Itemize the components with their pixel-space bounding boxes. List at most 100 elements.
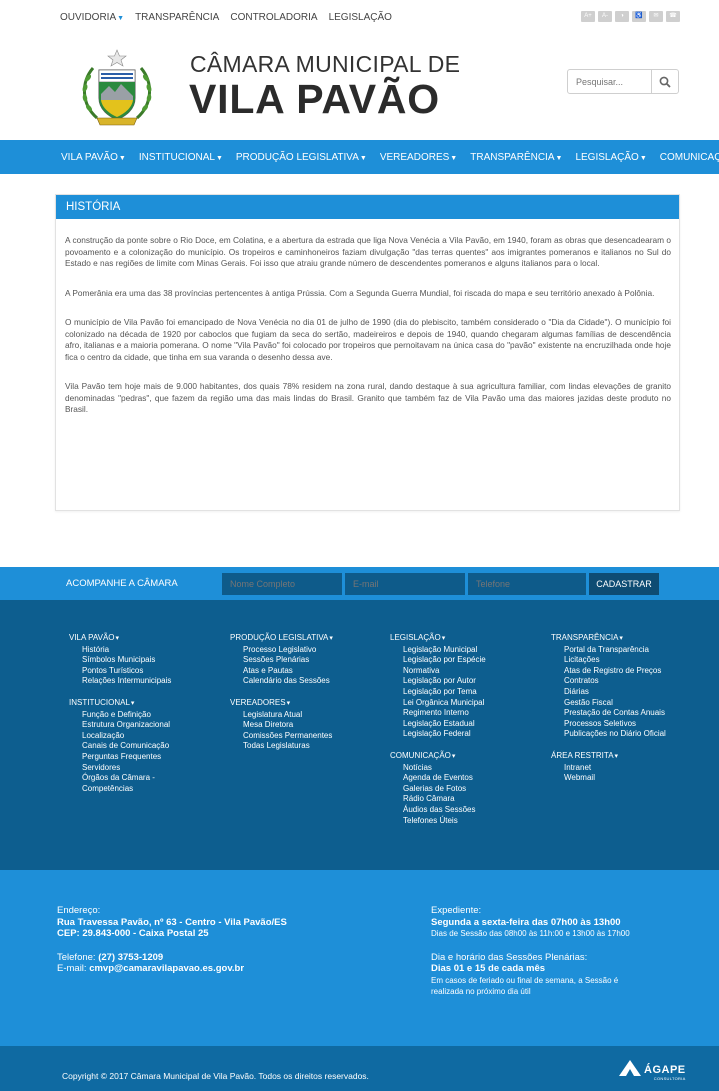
footer-link[interactable]: Legislação por Autor xyxy=(390,676,486,687)
copyright-bar: Copyright © 2017 Câmara Municipal de Vil… xyxy=(0,1046,719,1091)
footer-link[interactable]: Atas e Pautas xyxy=(230,666,333,677)
nav-item-producao-legislativa[interactable]: PRODUÇÃO LEGISLATIVA▼ xyxy=(236,152,367,163)
phone-number[interactable]: (27) 3753-1209 xyxy=(98,952,163,963)
footer-link[interactable]: Legislação Municipal xyxy=(390,645,486,656)
search-box xyxy=(567,69,679,94)
footer-link[interactable]: Todas Legislaturas xyxy=(230,741,333,752)
footer-link[interactable]: Prestação de Contas Anuais xyxy=(551,708,666,719)
font-decrease-icon[interactable]: A- xyxy=(598,11,612,22)
contrast-icon[interactable]: ◑ xyxy=(615,11,629,22)
footer-link[interactable]: História xyxy=(69,645,171,656)
footer-link[interactable]: Legislação por Tema xyxy=(390,687,486,698)
footer-link[interactable]: Localização xyxy=(69,731,171,742)
footer-link[interactable]: Galerias de Fotos xyxy=(390,784,486,795)
footer-link[interactable]: Publicações no Diário Oficial xyxy=(551,729,666,740)
nav-item-vila-pavao[interactable]: VILA PAVÃO▼ xyxy=(61,152,126,163)
copyright-text: Copyright © 2017 Câmara Municipal de Vil… xyxy=(62,1071,369,1081)
top-link-transparencia[interactable]: TRANSPARÊNCIA xyxy=(135,12,219,23)
footer-link[interactable]: Webmail xyxy=(551,773,666,784)
footer-link[interactable]: Contratos xyxy=(551,676,666,687)
mail-icon[interactable]: ✉ xyxy=(649,11,663,22)
agape-logo[interactable]: ÁGAPE CONSULTORIA xyxy=(619,1060,686,1081)
footer-link[interactable]: Sessões Plenárias xyxy=(230,655,333,666)
footer-link[interactable]: Notícias xyxy=(390,763,486,774)
footer-link[interactable]: Regimento Interno xyxy=(390,708,486,719)
footer-link[interactable]: Portal da Transparência xyxy=(551,645,666,656)
footer-link[interactable]: Estrutura Organizacional xyxy=(69,720,171,731)
footer-link[interactable]: Rádio Câmara xyxy=(390,794,486,805)
footer-link[interactable]: Legislatura Atual xyxy=(230,710,333,721)
email-field[interactable] xyxy=(345,573,465,595)
footer-link[interactable]: Processos Seletivos xyxy=(551,719,666,730)
footer-heading-transparencia[interactable]: TRANSPARÊNCIA▾ xyxy=(551,633,666,645)
footer-link[interactable]: Diárias xyxy=(551,687,666,698)
footer-link[interactable]: Função e Definição xyxy=(69,710,171,721)
font-increase-icon[interactable]: A+ xyxy=(581,11,595,22)
footer-heading-vila-pavao[interactable]: VILA PAVÃO▾ xyxy=(69,633,171,645)
nav-item-institucional[interactable]: INSTITUCIONAL▼ xyxy=(139,152,223,163)
footer-link[interactable]: Legislação por Espécie xyxy=(390,655,486,666)
address-label: Endereço: xyxy=(57,905,101,916)
footer-heading-legislacao[interactable]: LEGISLAÇÃO▾ xyxy=(390,633,486,645)
footer-link[interactable]: Relações Intermunicipais xyxy=(69,676,171,687)
footer-link[interactable]: Intranet xyxy=(551,763,666,774)
footer-heading-vereadores[interactable]: VEREADORES▾ xyxy=(230,698,333,710)
footer-link[interactable]: Canais de Comunicação xyxy=(69,741,171,752)
footer-link[interactable]: Normativa xyxy=(390,666,486,677)
nav-item-legislacao[interactable]: LEGISLAÇÃO▼ xyxy=(575,152,646,163)
article-paragraph: A Pomerânia era uma das 38 províncias pe… xyxy=(65,287,655,298)
footer-heading-area-restrita[interactable]: ÁREA RESTRITA▾ xyxy=(551,751,666,763)
caret-down-icon: ▾ xyxy=(619,635,623,642)
nav-item-transparencia[interactable]: TRANSPARÊNCIA▼ xyxy=(470,152,562,163)
sessions-note: realizada no próximo dia útil xyxy=(431,987,531,996)
footer-link[interactable]: Órgãos da Câmara - xyxy=(69,773,171,784)
footer-link[interactable]: Servidores xyxy=(69,763,171,774)
subscribe-button[interactable]: CADASTRAR xyxy=(589,573,659,595)
footer-heading-comunicacao[interactable]: COMUNICAÇÃO▾ xyxy=(390,751,486,763)
search-button[interactable] xyxy=(651,70,678,93)
search-input[interactable] xyxy=(568,70,652,93)
phone-icon[interactable]: ☎ xyxy=(666,11,680,22)
footer-heading-institucional[interactable]: INSTITUCIONAL▾ xyxy=(69,698,171,710)
footer-link[interactable]: Comissões Permanentes xyxy=(230,731,333,742)
footer-link[interactable]: Competências xyxy=(69,784,171,795)
accessibility-toolbar: A+ A- ◑ ♿ ✉ ☎ xyxy=(581,11,680,22)
article-title: HISTÓRIA xyxy=(56,195,679,219)
top-link-ouvidoria[interactable]: OUVIDORIA▼ xyxy=(60,12,124,23)
article-paragraph: Vila Pavão tem hoje mais de 9.000 habita… xyxy=(65,381,671,414)
footer-link[interactable]: Processo Legislativo xyxy=(230,645,333,656)
caret-down-icon: ▾ xyxy=(130,699,135,707)
footer-link[interactable]: Calendário das Sessões xyxy=(230,676,333,687)
footer-link[interactable]: Licitações xyxy=(551,655,666,666)
footer-link[interactable]: Áudios das Sessões xyxy=(390,805,486,816)
footer-link[interactable]: Atas de Registro de Preços xyxy=(551,666,666,677)
nav-item-comunicacao[interactable]: COMUNICAÇÃO▼ xyxy=(660,152,719,163)
footer-link[interactable]: Lei Orgânica Municipal xyxy=(390,698,486,709)
address-line: Rua Travessa Pavão, nº 63 - Centro - Vil… xyxy=(57,916,287,928)
email-address[interactable]: cmvp@camaravilapavao.es.gov.br xyxy=(89,963,244,974)
phone-field[interactable] xyxy=(468,573,586,595)
footer-link[interactable]: Símbolos Municipais xyxy=(69,655,171,666)
accessibility-icon[interactable]: ♿ xyxy=(632,11,646,22)
top-link-controladoria[interactable]: CONTROLADORIA xyxy=(230,12,317,23)
footer-link[interactable]: Gestão Fiscal xyxy=(551,698,666,709)
top-link-legislacao[interactable]: LEGISLAÇÃO xyxy=(329,12,392,23)
footer-link[interactable]: Pontos Turísticos xyxy=(69,666,171,677)
nav-item-vereadores[interactable]: VEREADORES▼ xyxy=(380,152,457,163)
name-field[interactable] xyxy=(222,573,342,595)
article-card: HISTÓRIA A construção da ponte sobre o R… xyxy=(55,194,680,511)
coat-of-arms-logo[interactable] xyxy=(77,48,157,130)
footer-link[interactable]: Agenda de Eventos xyxy=(390,773,486,784)
footer-link[interactable]: Mesa Diretora xyxy=(230,720,333,731)
top-links: OUVIDORIA▼ TRANSPARÊNCIA CONTROLADORIA L… xyxy=(60,12,392,23)
footer-link[interactable]: Legislação Estadual xyxy=(390,719,486,730)
article-body: A construção da ponte sobre o Rio Doce, … xyxy=(56,219,679,416)
footer-link[interactable]: Telefones Úteis xyxy=(390,816,486,827)
footer-link[interactable]: Legislação Federal xyxy=(390,729,486,740)
address-block: Endereço: Rua Travessa Pavão, nº 63 - Ce… xyxy=(57,905,287,975)
footer-link[interactable]: Perguntas Frequentes xyxy=(69,752,171,763)
footer-heading-producao[interactable]: PRODUÇÃO LEGISLATIVA▾ xyxy=(230,633,333,645)
